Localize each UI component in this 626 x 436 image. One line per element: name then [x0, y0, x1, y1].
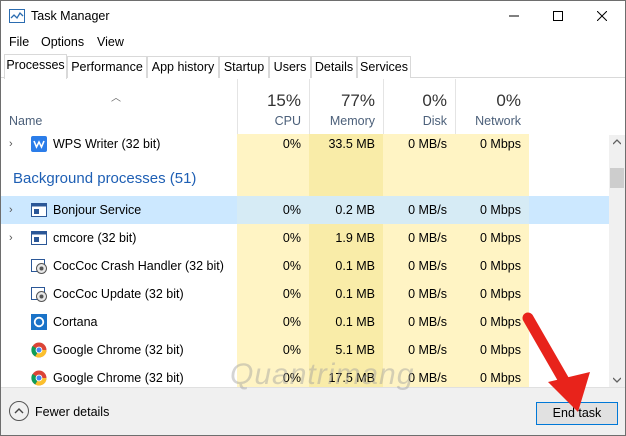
- disk-value: 0 MB/s: [383, 196, 455, 224]
- coccoc-icon: [31, 259, 47, 274]
- section-header: Background processes (51): [1, 161, 237, 197]
- process-name: cmcore (32 bit): [53, 231, 137, 245]
- cpu-total: 15%: [266, 91, 301, 110]
- minimize-icon: [509, 15, 519, 17]
- column-header-cpu[interactable]: 15% CPU: [237, 79, 309, 134]
- expand-chevron-icon[interactable]: ›: [9, 224, 13, 252]
- process-name: Bonjour Service: [53, 203, 142, 217]
- process-name: Google Chrome (32 bit): [53, 371, 184, 385]
- menu-bar: File Options View: [1, 32, 625, 52]
- cpu-value: 0%: [282, 315, 301, 329]
- cortana-icon: [31, 314, 47, 330]
- network-value: 0 Mbps: [480, 343, 521, 357]
- maximize-icon: [553, 11, 563, 21]
- title-bar[interactable]: Task Manager: [1, 1, 625, 31]
- close-button[interactable]: [579, 1, 625, 31]
- tab-details[interactable]: Details: [311, 56, 357, 78]
- network-total: 0%: [496, 91, 521, 110]
- network-value: 0 Mbps: [480, 315, 521, 329]
- disk-value: 0 MB/s: [408, 259, 447, 273]
- memory-total: 77%: [340, 91, 375, 110]
- memory-value: 0.2 MB: [309, 196, 383, 224]
- process-name: CocCoc Crash Handler (32 bit): [53, 259, 224, 273]
- table-row[interactable]: CocCoc Crash Handler (32 bit) 0% 0.1 MB …: [1, 252, 609, 280]
- memory-value: 0.1 MB: [335, 315, 375, 329]
- memory-value: 1.9 MB: [335, 231, 375, 245]
- process-name: Google Chrome (32 bit): [53, 343, 184, 357]
- scroll-down-icon[interactable]: [613, 377, 621, 383]
- service-window-icon: [31, 231, 47, 245]
- table-row[interactable]: › Bonjour Service 0% 0.2 MB 0 MB/s 0 Mbp…: [1, 196, 609, 224]
- cpu-value: 0%: [237, 196, 309, 224]
- close-icon: [597, 11, 607, 21]
- tab-app-history[interactable]: App history: [147, 56, 219, 78]
- network-value: 0 Mbps: [480, 137, 521, 151]
- network-value: 0 Mbps: [480, 371, 521, 385]
- memory-value: 33.5 MB: [328, 137, 375, 151]
- network-value: 0 Mbps: [480, 231, 521, 245]
- sort-ascending-icon: ︿: [111, 93, 121, 104]
- window-title: Task Manager: [31, 9, 110, 23]
- table-row[interactable]: › WPS Writer (32 bit) 0% 33.5 MB 0 MB/s …: [1, 130, 609, 158]
- column-label-disk: Disk: [422, 114, 447, 128]
- end-task-button[interactable]: End task: [536, 402, 618, 425]
- disk-total: 0%: [422, 91, 447, 110]
- watermark-text: Quantrimang: [230, 358, 415, 391]
- task-manager-icon: [9, 9, 25, 23]
- column-label-name: Name: [9, 114, 43, 128]
- collapse-icon[interactable]: [9, 401, 29, 421]
- cpu-value: 0%: [282, 137, 301, 151]
- tab-processes[interactable]: Processes: [4, 54, 67, 79]
- expand-chevron-icon[interactable]: ›: [9, 130, 13, 158]
- network-value: 0 Mbps: [480, 287, 521, 301]
- menu-options[interactable]: Options: [41, 35, 84, 49]
- tab-performance[interactable]: Performance: [67, 56, 147, 78]
- vertical-scrollbar[interactable]: [609, 135, 625, 387]
- column-header-network[interactable]: 0% Network: [455, 79, 529, 134]
- coccoc-icon: [31, 287, 47, 302]
- tab-strip: Processes Performance App history Startu…: [1, 54, 625, 79]
- google-chrome-icon: [31, 370, 47, 386]
- column-header-disk[interactable]: 0% Disk: [383, 79, 455, 134]
- wps-writer-icon: [31, 136, 47, 152]
- menu-view[interactable]: View: [97, 35, 124, 49]
- column-label-cpu: CPU: [274, 114, 301, 128]
- memory-value: 0.1 MB: [335, 259, 375, 273]
- tab-services[interactable]: Services: [357, 56, 411, 78]
- disk-value: 0 MB/s: [408, 315, 447, 329]
- process-name: Cortana: [53, 315, 98, 329]
- table-row[interactable]: › cmcore (32 bit) 0% 1.9 MB 0 MB/s 0 Mbp…: [1, 224, 609, 252]
- minimize-button[interactable]: [491, 1, 537, 31]
- service-window-icon: [31, 203, 47, 217]
- scroll-up-icon[interactable]: [613, 139, 621, 145]
- process-name: CocCoc Update (32 bit): [53, 287, 184, 301]
- tab-users[interactable]: Users: [269, 56, 311, 78]
- disk-value: 0 MB/s: [408, 231, 447, 245]
- table-row[interactable]: CocCoc Update (32 bit) 0% 0.1 MB 0 MB/s …: [1, 280, 609, 308]
- column-header-name[interactable]: ︿ Name: [1, 79, 237, 134]
- table-row[interactable]: Cortana 0% 0.1 MB 0 MB/s 0 Mbps: [1, 308, 609, 336]
- memory-value: 0.1 MB: [335, 287, 375, 301]
- column-label-network: Network: [475, 114, 521, 128]
- menu-file[interactable]: File: [9, 35, 29, 49]
- disk-value: 0 MB/s: [408, 287, 447, 301]
- process-name: WPS Writer (32 bit): [53, 137, 161, 151]
- network-value: 0 Mbps: [480, 259, 521, 273]
- google-chrome-icon: [31, 342, 47, 358]
- fewer-details-link[interactable]: Fewer details: [35, 405, 109, 419]
- network-value: 0 Mbps: [455, 196, 529, 224]
- tab-startup[interactable]: Startup: [219, 56, 269, 78]
- cpu-value: 0%: [282, 287, 301, 301]
- cpu-value: 0%: [282, 259, 301, 273]
- process-grid: ︿ Name 15% CPU 77% Memory 0% Disk 0% Net…: [1, 79, 625, 387]
- maximize-button[interactable]: [535, 1, 581, 31]
- footer-bar: Fewer details End task: [1, 387, 625, 435]
- section-title: Background processes (51): [13, 170, 197, 187]
- column-header-memory[interactable]: 77% Memory: [309, 79, 383, 134]
- scrollbar-thumb[interactable]: [610, 168, 624, 188]
- expand-chevron-icon[interactable]: ›: [9, 196, 13, 224]
- cpu-value: 0%: [282, 231, 301, 245]
- disk-value: 0 MB/s: [408, 137, 447, 151]
- column-label-memory: Memory: [329, 114, 375, 128]
